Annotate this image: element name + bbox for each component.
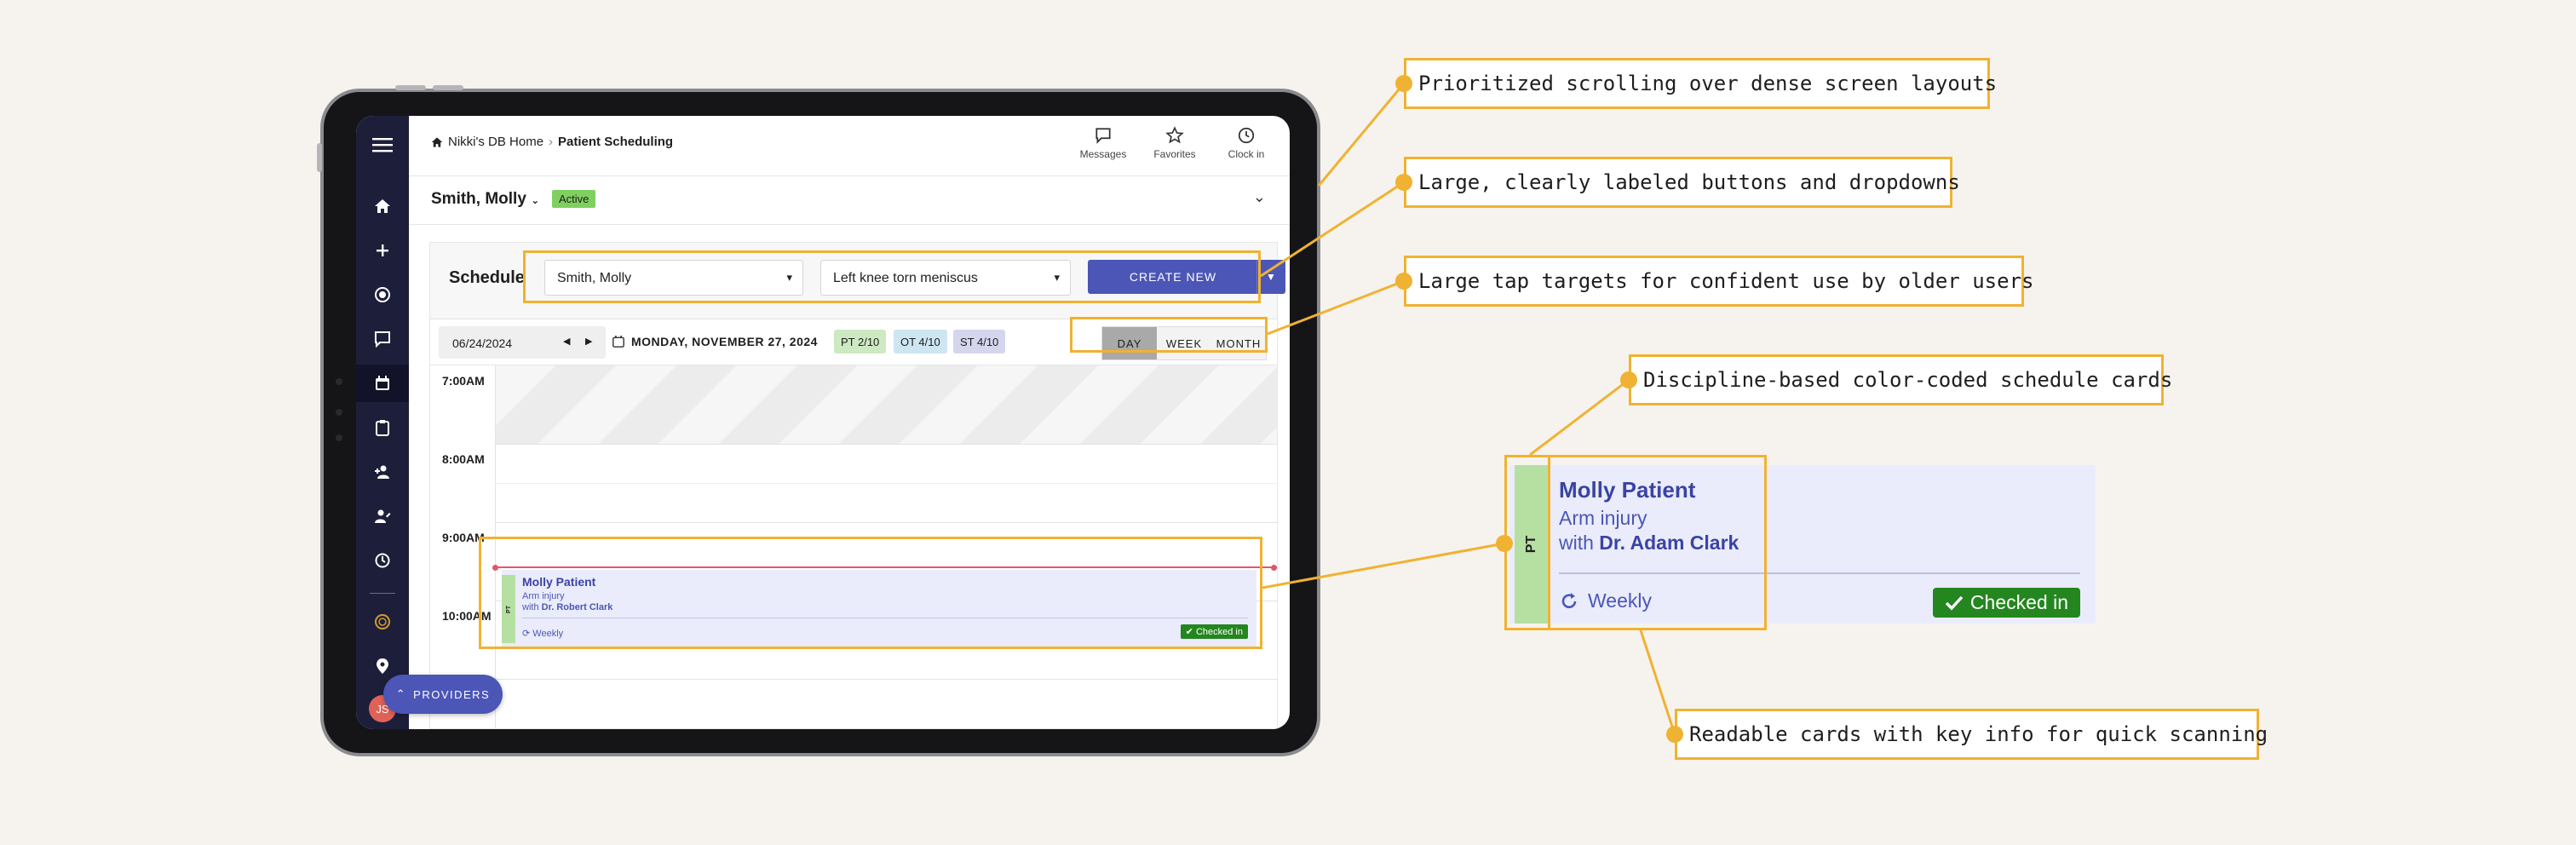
callout-dot [1395, 75, 1412, 92]
callout-dot [1666, 726, 1683, 743]
callout-buttons: Large, clearly labeled buttons and dropd… [1404, 157, 1960, 208]
callout-dot [1395, 273, 1412, 290]
callout-readable: Readable cards with key info for quick s… [1675, 709, 2268, 760]
callout-dot [1395, 174, 1412, 191]
check-icon [1945, 595, 1964, 610]
callout-dot [1620, 371, 1637, 388]
callout-dot [1496, 535, 1513, 552]
callout-tap-targets: Large tap targets for confident use by o… [1404, 256, 2033, 307]
checked-in-badge: Checked in [1932, 588, 2080, 618]
callout-scrolling: Prioritized scrolling over dense screen … [1404, 58, 1997, 109]
callout-color-coded: Discipline-based color-coded schedule ca… [1629, 354, 2172, 405]
